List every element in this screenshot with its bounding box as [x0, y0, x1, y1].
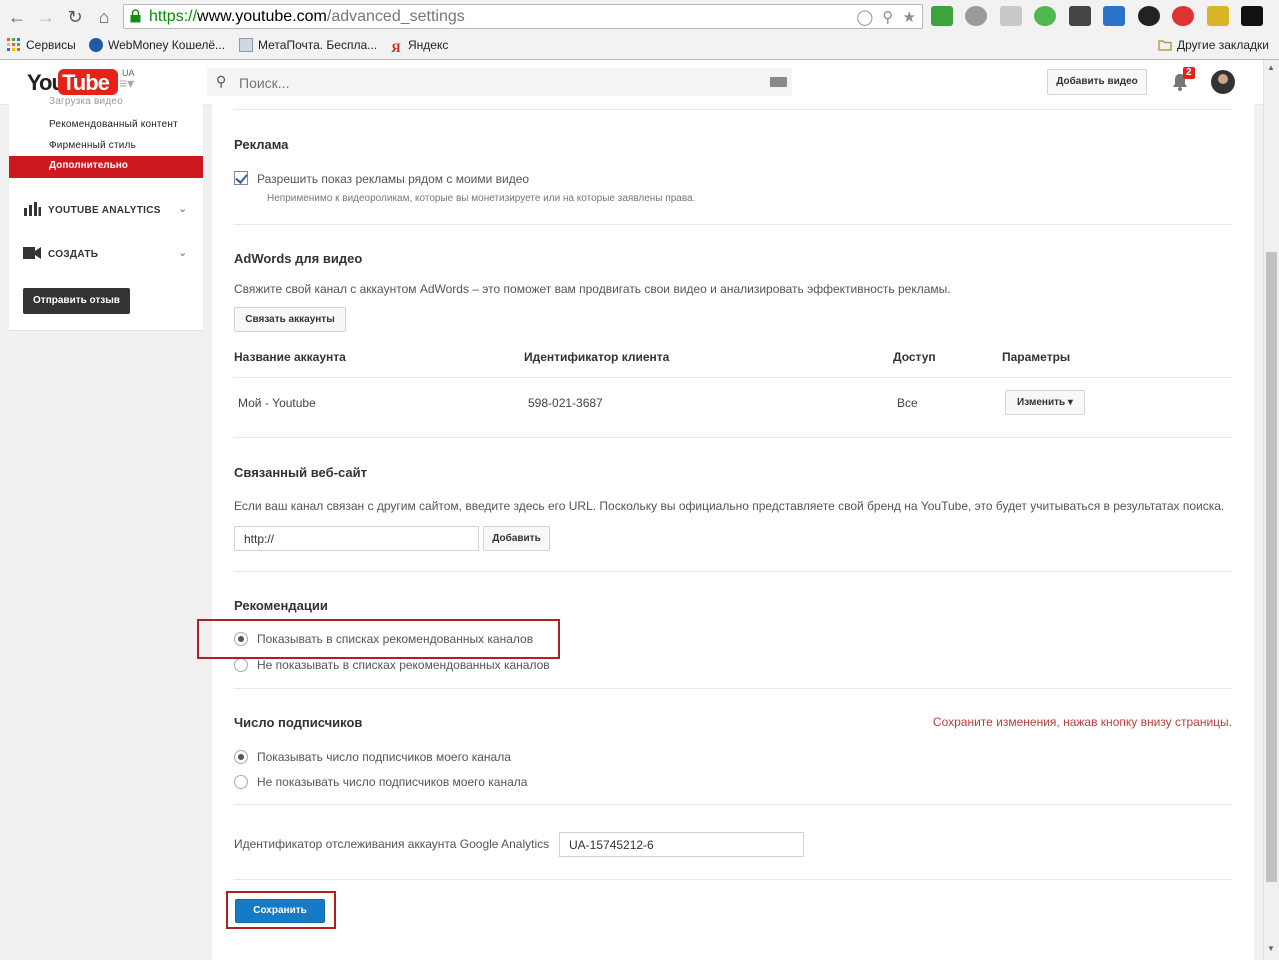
sidebar-section-create[interactable]: СОЗДАТЬ	[23, 246, 98, 260]
add-website-button[interactable]: Добавить	[483, 526, 550, 551]
metapochta-icon	[239, 38, 253, 52]
bookmark-webmoney[interactable]: WebMoney Кошелё...	[89, 38, 225, 52]
creator-sidebar: Загрузка видео Рекомендованный контент Ф…	[9, 96, 203, 331]
video-camera-icon	[23, 247, 41, 259]
save-reminder-note: Сохраните изменения, нажав кнопку внизу …	[932, 715, 1232, 729]
divider	[234, 224, 1232, 225]
subscribers-show-label[interactable]: Показывать число подписчиков моего канал…	[257, 750, 511, 764]
guide-menu-icon[interactable]: ≡▾	[119, 75, 134, 92]
browser-toolbar: ← → ↻ ⌂ https://www.youtube.com/advanced…	[0, 0, 1279, 35]
folder-icon	[1158, 40, 1172, 51]
search-icon: ⚲	[216, 73, 227, 89]
page-scrollbar[interactable]: ▲ ▼	[1263, 60, 1279, 960]
divider	[234, 437, 1232, 438]
sidebar-section-analytics[interactable]: YOUTUBE ANALYTICS	[23, 202, 161, 216]
star-icon[interactable]: ★	[903, 9, 916, 26]
scrollbar-thumb[interactable]	[1266, 252, 1277, 882]
chevron-down-icon[interactable]: ⌄	[178, 202, 187, 215]
adwords-description: Свяжите свой канал с аккаунтом AdWords –…	[234, 282, 951, 296]
glasses-extension-icon[interactable]	[1241, 6, 1264, 26]
reload-icon[interactable]: ↻	[64, 6, 86, 28]
url-text: https://www.youtube.com/advanced_setting…	[149, 8, 465, 25]
recommendations-section-title: Рекомендации	[234, 598, 328, 613]
sidebar-item-advanced[interactable]: Дополнительно	[9, 156, 203, 178]
analytics-bars-icon	[24, 202, 41, 216]
notifier-extension-icon[interactable]	[1172, 6, 1195, 26]
website-url-input[interactable]	[234, 526, 479, 551]
scroll-down-icon[interactable]: ▼	[1267, 944, 1275, 953]
recommendations-hide-radio[interactable]	[234, 658, 248, 672]
account-name-cell: Мой - Youtube	[238, 396, 316, 410]
upload-button[interactable]: Добавить видео	[1047, 69, 1147, 95]
sidebar-item-branding[interactable]: Фирменный стиль	[49, 140, 136, 151]
keyboard-icon[interactable]	[770, 77, 787, 87]
website-description: Если ваш канал связан с другим сайтом, в…	[234, 499, 1225, 513]
search-icon[interactable]: ⚲	[882, 9, 893, 26]
shield-icon[interactable]: ◯	[856, 9, 873, 26]
highlight-box-recommendations	[197, 619, 560, 659]
bookmark-other[interactable]: Другие закладки	[1158, 38, 1269, 52]
sync-extension-icon[interactable]	[931, 6, 953, 26]
edit-dropdown-button[interactable]: Изменить ▾	[1005, 390, 1085, 415]
column-header-client-id: Идентификатор клиента	[524, 350, 670, 364]
client-id-cell: 598-021-3687	[528, 396, 603, 410]
extensions-bar	[931, 6, 1271, 28]
divider	[234, 571, 1232, 572]
address-bar[interactable]: https://www.youtube.com/advanced_setting…	[123, 4, 923, 29]
opera-extension-icon[interactable]	[1137, 6, 1160, 26]
divider	[234, 804, 1232, 805]
recommendations-hide-label[interactable]: Не показывать в списках рекомендованных …	[257, 658, 550, 672]
bookmark-apps[interactable]: Сервисы	[7, 38, 76, 52]
bookmark-yandex[interactable]: Я Яндекс	[389, 38, 448, 55]
scroll-up-icon[interactable]: ▲	[1267, 63, 1275, 72]
sidebar-item-upload[interactable]: Загрузка видео	[49, 96, 123, 107]
column-header-account-name: Название аккаунта	[234, 350, 346, 364]
analytics-id-label: Идентификатор отслеживания аккаунта Goog…	[234, 837, 550, 851]
access-cell: Все	[897, 396, 918, 410]
ads-section-title: Реклама	[234, 137, 289, 152]
search-box: ⚲	[207, 68, 792, 96]
website-section-title: Связанный веб-сайт	[234, 465, 367, 480]
sidebar-item-featured-content[interactable]: Рекомендованный контент	[49, 119, 178, 130]
ads-checkbox-label[interactable]: Разрешить показ рекламы рядом с моими ви…	[257, 172, 529, 186]
chevron-down-icon[interactable]: ⌄	[178, 246, 187, 259]
subscribers-show-radio[interactable]	[234, 750, 248, 764]
back-icon[interactable]: ←	[6, 6, 28, 28]
home-icon[interactable]: ⌂	[93, 6, 115, 28]
bookmarks-bar: Сервисы WebMoney Кошелё... МетаПочта. Бе…	[0, 34, 1279, 60]
subscribers-hide-radio[interactable]	[234, 775, 248, 789]
divider	[234, 879, 1232, 880]
subscribers-hide-label[interactable]: Не показывать число подписчиков моего ка…	[257, 775, 527, 789]
info-extension-icon[interactable]	[1103, 6, 1126, 26]
apps-grid-icon	[7, 38, 20, 51]
advanced-settings-panel: Реклама Разрешить показ рекламы рядом с …	[197, 104, 1254, 960]
subscribers-section-title: Число подписчиков	[234, 715, 363, 730]
bookmark-metapochta[interactable]: МетаПочта. Беспла...	[239, 38, 377, 52]
notification-count-badge: 2	[1183, 67, 1195, 79]
table-divider	[234, 377, 1232, 378]
ads-checkbox[interactable]	[234, 171, 248, 185]
camera-extension-icon[interactable]	[1068, 6, 1091, 26]
gplus-extension-icon[interactable]	[999, 6, 1022, 26]
divider	[234, 688, 1232, 689]
column-header-parameters: Параметры	[1002, 350, 1071, 364]
refresh-extension-icon[interactable]	[1034, 6, 1057, 26]
highlight-box-save	[226, 891, 336, 929]
link-accounts-button[interactable]: Связать аккаунты	[234, 307, 346, 332]
analytics-id-input[interactable]	[559, 832, 804, 857]
caret-down-icon: ▾	[1067, 397, 1073, 408]
send-feedback-button[interactable]: Отправить отзыв	[23, 288, 130, 314]
adwords-section-title: AdWords для видео	[234, 251, 363, 266]
avatar[interactable]	[1211, 70, 1235, 94]
webmoney-icon	[89, 38, 103, 52]
globe-extension-icon[interactable]	[965, 6, 988, 26]
lock-icon	[130, 9, 141, 23]
divider	[234, 109, 1232, 110]
search-input[interactable]	[237, 71, 761, 95]
column-header-access: Доступ	[893, 350, 936, 364]
yandex-icon: Я	[391, 40, 401, 55]
forward-icon[interactable]: →	[35, 6, 57, 28]
ads-note: Неприменимо к видеороликам, которые вы м…	[267, 193, 696, 204]
star-extension-icon[interactable]	[1206, 6, 1229, 26]
